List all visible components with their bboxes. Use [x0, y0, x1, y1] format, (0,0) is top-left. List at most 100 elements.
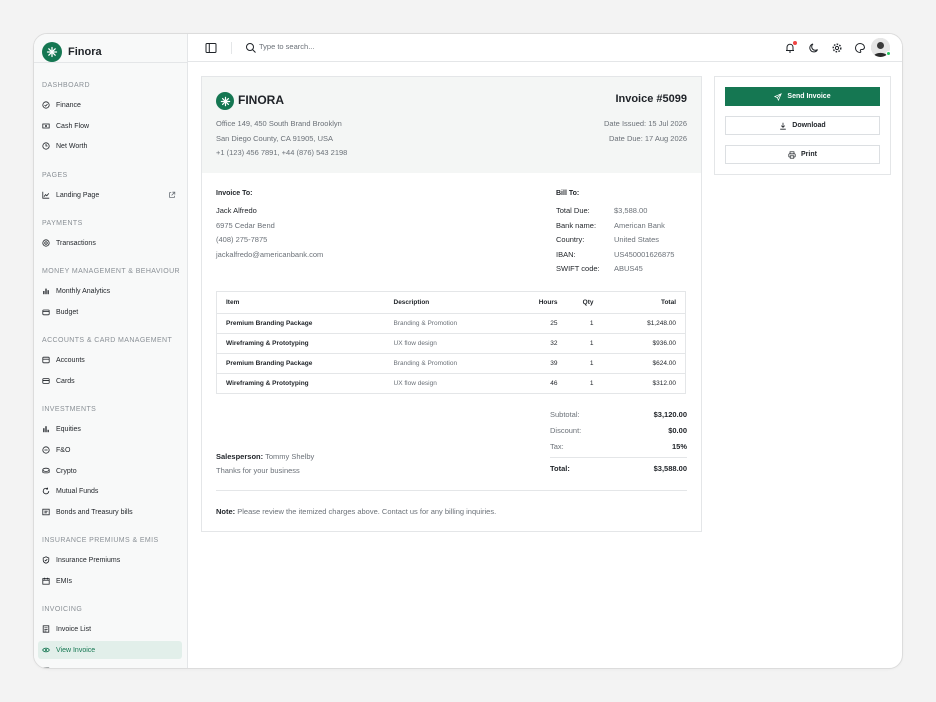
eye-icon [42, 647, 50, 653]
search-input[interactable]: Type to search... [259, 42, 314, 51]
column-header-hours: Hours [512, 291, 567, 314]
cash-icon [42, 123, 50, 129]
total-label: Total: [550, 464, 570, 473]
sidebar-item-monthly-analytics[interactable]: Monthly Analytics [38, 282, 182, 300]
column-header-item: Item [216, 291, 385, 314]
invoice-actions-panel: Send Invoice Download Print [714, 76, 891, 175]
brand[interactable]: Finora [42, 41, 102, 63]
sidebar-item-budget[interactable]: Budget [38, 303, 182, 321]
sidebar-item-equities[interactable]: Equities [38, 420, 182, 438]
discount-label: Discount: [550, 426, 582, 435]
finora-logo-icon [42, 42, 62, 62]
palette-icon[interactable] [854, 42, 866, 54]
sidebar: Finora DASHBOARD Finance Cash Flow Net W… [34, 34, 188, 668]
sidebar-item-view-invoice[interactable]: View Invoice [38, 641, 182, 659]
bill-to-key: Total Due: [556, 206, 590, 215]
tax-label: Tax: [550, 442, 564, 451]
send-invoice-label: Send Invoice [787, 93, 831, 100]
sidebar-item-fo[interactable]: F&O [38, 441, 182, 459]
item-total: $936.00 [602, 333, 686, 354]
item-hours: 39 [512, 353, 567, 374]
client-email: jackalfredo@americanbank.com [216, 250, 324, 259]
date-issued: Date Issued: 15 Jul 2026 [604, 119, 687, 128]
section-payments: PAYMENTS [42, 220, 83, 227]
sidebar-item-emis[interactable]: EMIs [38, 572, 182, 590]
sidebar-item-cards[interactable]: Cards [38, 372, 182, 390]
bill-to-key: Bank name: [556, 221, 597, 230]
salesperson-name: Tommy Shelby [265, 452, 315, 461]
section-pages: PAGES [42, 172, 68, 179]
sidebar-item-invoice-list[interactable]: Invoice List [38, 620, 182, 638]
sidebar-item-transactions[interactable]: Transactions [38, 234, 182, 252]
sidebar-item-insurance-premiums[interactable]: Insurance Premiums [38, 551, 182, 569]
sidebar-item-crypto[interactable]: Crypto [38, 462, 182, 480]
print-button[interactable]: Print [725, 145, 880, 164]
finance-icon [42, 101, 50, 109]
app-name: Finora [68, 46, 102, 58]
date-due: Date Due: 17 Aug 2026 [609, 134, 687, 143]
bill-to-key: IBAN: [556, 250, 576, 259]
sidebar-item-accounts[interactable]: Accounts [38, 351, 182, 369]
bill-to-value: ABUS45 [614, 264, 643, 273]
sidebar-item-label: Finance [56, 101, 81, 109]
sidebar-item-label: Net Worth [56, 142, 88, 150]
sidebar-item-label: View Invoice [56, 646, 96, 654]
moon-icon[interactable] [808, 42, 820, 54]
client-phone: (408) 275-7875 [216, 235, 268, 244]
sidebar-item-landing-page[interactable]: Landing Page [38, 186, 182, 204]
item-total: $312.00 [602, 373, 686, 394]
send-invoice-button[interactable]: Send Invoice [725, 87, 880, 106]
sidebar-item-mutual-funds[interactable]: Mutual Funds [38, 482, 182, 500]
sidebar-item-next-cutoff[interactable] [38, 662, 182, 668]
sidebar-item-label: Insurance Premiums [56, 556, 121, 564]
item-name: Wireframing & Prototyping [216, 333, 385, 354]
summary-divider [550, 457, 687, 458]
invoice-number: Invoice #5099 [615, 93, 687, 105]
thanks-message: Thanks for your business [216, 466, 300, 475]
app-window: Finora DASHBOARD Finance Cash Flow Net W… [33, 33, 903, 669]
fo-icon [42, 446, 50, 454]
download-label: Download [792, 122, 826, 129]
company-phone: +1 (123) 456 7891, +44 (876) 543 2198 [216, 148, 348, 157]
sidebar-item-label: Invoice List [56, 625, 92, 633]
section-invoicing: INVOICING [42, 606, 83, 613]
search-icon [246, 43, 256, 53]
sidebar-toggle-icon[interactable] [205, 42, 217, 54]
sidebar-item-label: Accounts [56, 356, 85, 364]
item-hours: 25 [512, 313, 567, 334]
item-description: Branding & Promotion [384, 353, 513, 374]
item-description: Branding & Promotion [384, 313, 513, 334]
item-hours: 32 [512, 333, 567, 354]
document-icon [42, 667, 50, 668]
online-status-dot [886, 51, 891, 56]
item-name: Premium Branding Package [216, 313, 385, 334]
sidebar-item-net-worth[interactable]: Net Worth [38, 137, 182, 155]
sidebar-item-label: Landing Page [56, 191, 100, 199]
sidebar-item-bonds[interactable]: Bonds and Treasury bills [38, 503, 182, 521]
bill-to-value: US450001626875 [614, 250, 675, 259]
company-address-line: Office 149, 450 South Brand Brooklyn [216, 119, 342, 128]
sidebar-item-finance[interactable]: Finance [38, 96, 182, 114]
sidebar-item-cash-flow[interactable]: Cash Flow [38, 117, 182, 135]
shield-icon [42, 556, 50, 564]
table-row: Wireframing & Prototyping UX flow design… [216, 333, 686, 354]
bill-to-value: $3,588.00 [614, 206, 648, 215]
external-link-icon[interactable] [168, 191, 176, 199]
invoice-note: Note: Please review the itemized charges… [216, 507, 496, 516]
sidebar-item-label: Monthly Analytics [56, 287, 111, 295]
table-row: Premium Branding Package Branding & Prom… [216, 353, 686, 374]
topbar: Type to search... [188, 34, 902, 62]
table-header-row: Item Description Hours Qty Total [216, 291, 686, 314]
refresh-icon [42, 487, 50, 495]
list-icon [42, 625, 50, 633]
bill-to-value: United States [614, 235, 660, 244]
gear-icon[interactable] [831, 42, 843, 54]
accounts-icon [42, 356, 50, 364]
sidebar-item-label: Crypto [56, 467, 77, 475]
subtotal-label: Subtotal: [550, 410, 580, 419]
download-button[interactable]: Download [725, 116, 880, 135]
total-value: $3,588.00 [653, 464, 687, 473]
equities-icon [43, 426, 49, 433]
note-divider [216, 490, 687, 491]
note-text: Please review the itemized charges above… [237, 507, 497, 516]
